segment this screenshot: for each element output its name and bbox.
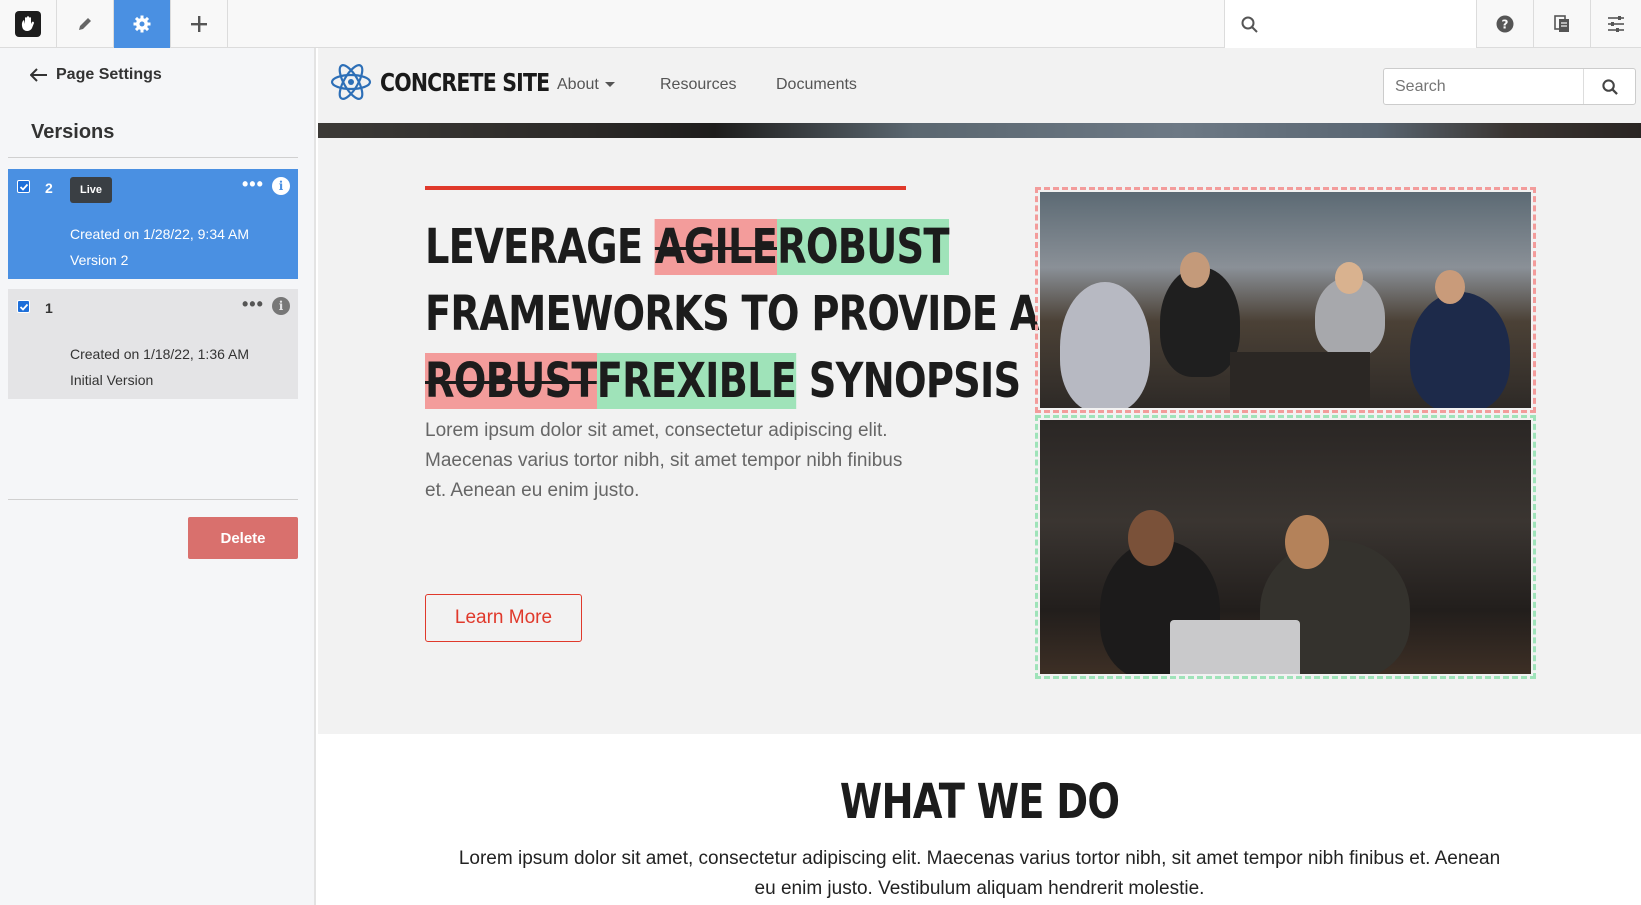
diff-added-text: ROBUST: [777, 219, 950, 275]
headline-text: SYNOPSIS: [796, 353, 1021, 409]
learn-more-button[interactable]: Learn More: [425, 594, 582, 642]
arrow-left-icon: [30, 68, 47, 82]
office-meeting-photo: [1040, 192, 1531, 408]
concrete-cms-hand-icon: [15, 11, 41, 37]
site-logo[interactable]: CONCRETE SITE: [330, 63, 586, 101]
back-link-label: Page Settings: [56, 66, 162, 83]
version-checkbox[interactable]: [17, 300, 30, 313]
nav-item-label: About: [557, 76, 599, 93]
accent-rule: [425, 186, 906, 190]
version-comment: Initial Version: [70, 372, 154, 388]
cms-toolbar: ?: [0, 0, 1641, 48]
what-we-do-section: WHAT WE DO Lorem ipsum dolor sit amet, c…: [318, 734, 1641, 905]
edit-mode-button[interactable]: [57, 0, 114, 48]
chevron-down-icon: [604, 82, 615, 88]
headline-line: ROBUSTFREXIBLE SYNOPSIS: [425, 348, 1021, 415]
version-info-icon[interactable]: i: [272, 297, 290, 315]
version-comment: Version 2: [70, 252, 129, 268]
version-checkbox[interactable]: [17, 180, 30, 193]
version-menu-button[interactable]: •••: [242, 175, 264, 193]
page-preview: CONCRETE SITE About Resources Documents …: [318, 48, 1641, 905]
site-navbar: CONCRETE SITE About Resources Documents: [318, 48, 1641, 123]
diff-removed-image: [1035, 187, 1536, 413]
diff-removed-text: AGILE: [654, 219, 778, 275]
section-title-text: WHAT WE DO: [839, 774, 1120, 830]
version-number: 1: [45, 300, 53, 316]
headline-text: LEVERAGE: [425, 219, 655, 275]
nav-item-resources[interactable]: Resources: [660, 76, 736, 94]
version-created-date: Created on 1/18/22, 1:36 AM: [70, 346, 250, 362]
headline-line: FRAMEWORKS TO PROVIDE A: [425, 286, 1039, 342]
diff-added-text: FREXIBLE: [596, 353, 797, 409]
help-button[interactable]: ?: [1476, 0, 1533, 48]
options-button[interactable]: [1590, 0, 1641, 48]
divider: [8, 157, 298, 158]
version-row[interactable]: 2 Live ••• i Created on 1/28/22, 9:34 AM…: [8, 169, 298, 279]
toolbar-search[interactable]: [1224, 0, 1476, 48]
version-created-date: Created on 1/28/22, 9:34 AM: [70, 226, 250, 242]
version-number: 2: [45, 180, 53, 196]
svg-text:?: ?: [1502, 18, 1509, 32]
version-row[interactable]: 1 ••• i Created on 1/18/22, 1:36 AM Init…: [8, 289, 298, 399]
plus-icon: [191, 16, 207, 32]
concrete-logo-button[interactable]: [0, 0, 57, 48]
add-content-button[interactable]: [171, 0, 228, 48]
hero-paragraph: Lorem ipsum dolor sit amet, consectetur …: [425, 420, 903, 501]
divider: [8, 499, 298, 500]
page-settings-panel: Page Settings Versions 2 Live ••• i Crea…: [0, 48, 316, 905]
pages-icon: [1554, 15, 1569, 32]
site-search-input[interactable]: [1384, 69, 1584, 104]
search-icon: [1241, 16, 1258, 33]
sitemap-button[interactable]: [1533, 0, 1590, 48]
live-badge: Live: [70, 177, 113, 203]
diff-removed-text: ROBUST: [425, 353, 598, 409]
checkmark-icon: [19, 303, 28, 311]
section-title: WHAT WE DO: [318, 774, 1641, 830]
pencil-icon: [79, 18, 91, 30]
page-settings-button[interactable]: [114, 0, 171, 48]
hero-image-strip: [318, 123, 1641, 138]
gear-icon: [133, 15, 151, 33]
checkmark-icon: [19, 183, 28, 191]
headline-line: LEVERAGE AGILEROBUST: [425, 214, 950, 281]
question-circle-icon: ?: [1496, 15, 1514, 33]
site-brand-name: CONCRETE SITE: [380, 67, 550, 97]
atom-logo-icon: [330, 64, 372, 100]
versions-heading: Versions: [31, 121, 115, 143]
nav-item-documents[interactable]: Documents: [776, 76, 857, 94]
laptop-team-photo: [1040, 420, 1531, 674]
version-info-icon[interactable]: i: [272, 177, 290, 195]
site-search-button[interactable]: [1583, 69, 1635, 104]
diff-added-image: [1035, 415, 1536, 679]
hero-headline: LEVERAGE AGILEROBUST FRAMEWORKS TO PROVI…: [425, 214, 1039, 415]
version-menu-button[interactable]: •••: [242, 295, 264, 313]
section-paragraph: Lorem ipsum dolor sit amet, consectetur …: [458, 848, 1501, 899]
site-search-box: [1383, 68, 1636, 105]
delete-version-button[interactable]: Delete: [188, 517, 298, 559]
nav-item-about[interactable]: About: [557, 76, 615, 94]
search-icon: [1601, 78, 1618, 95]
sliders-icon: [1608, 16, 1624, 32]
back-to-page-settings-link[interactable]: Page Settings: [30, 66, 162, 84]
